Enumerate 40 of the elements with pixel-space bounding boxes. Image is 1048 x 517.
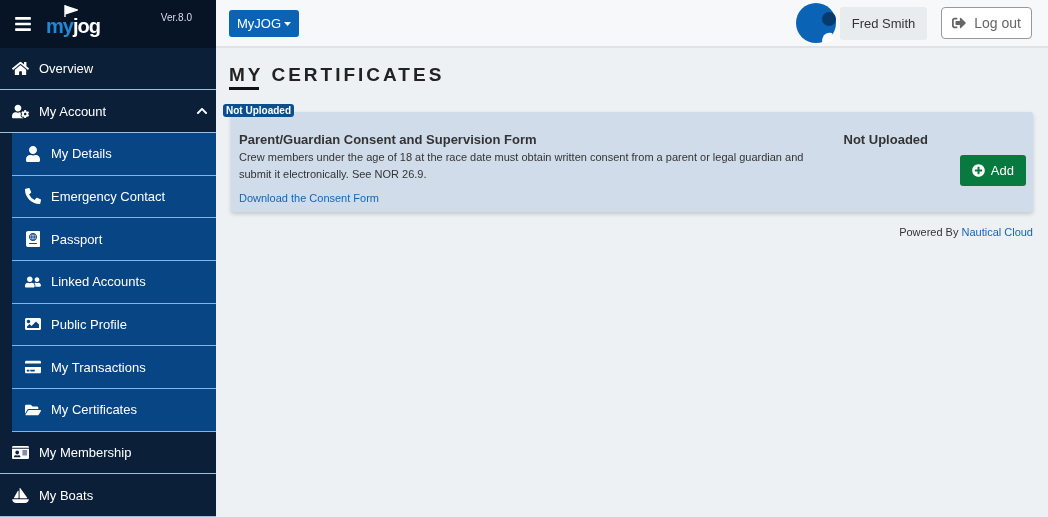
logout-button[interactable]: Log out — [941, 7, 1032, 39]
sidebar-subitem[interactable]: Passport — [12, 218, 216, 261]
status-badge: Not Uploaded — [223, 104, 294, 117]
flag-icon — [64, 5, 78, 18]
image-icon — [25, 316, 41, 333]
sidebar-subitem[interactable]: My Transactions — [12, 346, 216, 389]
sidebar-subitem[interactable]: My Details — [12, 132, 216, 176]
sidebar-subitem[interactable]: My Certificates — [12, 389, 216, 432]
home-icon — [12, 59, 29, 77]
certificate-name: Parent/Guardian Consent and Supervision Form — [239, 132, 538, 147]
myjog-dropdown-button[interactable]: MyJOG — [229, 9, 300, 37]
menu-icon[interactable] — [14, 14, 32, 33]
sidebar-subitem[interactable]: Linked Accounts — [12, 261, 216, 304]
person-icon — [25, 145, 41, 162]
certificate-description: Crew members under the age of 18 at the race date must obtain written consent from a parent or legal guardian and submit it electronically. See NOR 26.9. — [239, 150, 805, 182]
sidebar-item[interactable]: My Membership — [0, 431, 216, 475]
sidebar-subitem[interactable]: Emergency Contact — [12, 175, 216, 219]
passport-icon — [25, 231, 41, 248]
sidebar-item[interactable]: My Account — [0, 90, 216, 133]
certificate-status: Not Uploaded — [843, 132, 928, 147]
page-title: MY CERTIFICATES — [229, 64, 445, 90]
footer-text: Powered By — [899, 226, 959, 238]
download-link[interactable]: Download the Consent Form — [239, 192, 379, 204]
footer-link[interactable]: Nautical Cloud — [961, 226, 1033, 238]
credit-card-icon — [25, 359, 41, 376]
logout-icon — [952, 16, 967, 30]
sidebar-subitem[interactable]: Public Profile — [12, 303, 216, 347]
plus-icon — [971, 164, 985, 177]
avatar[interactable] — [795, 3, 836, 43]
version-label: Ver.8.0 — [160, 12, 192, 23]
user-name[interactable]: Fred Smith — [839, 6, 928, 40]
sidebar-item[interactable]: Overview — [0, 47, 216, 91]
add-button[interactable]: Add — [959, 155, 1026, 186]
phone-icon — [25, 188, 41, 205]
id-card-icon — [12, 444, 29, 461]
logo: myjog — [46, 9, 100, 39]
sailboat-icon — [12, 486, 29, 504]
user-gear-icon — [12, 102, 29, 120]
caret-icon — [284, 22, 292, 27]
sidebar-item[interactable]: My Boats — [0, 474, 216, 517]
